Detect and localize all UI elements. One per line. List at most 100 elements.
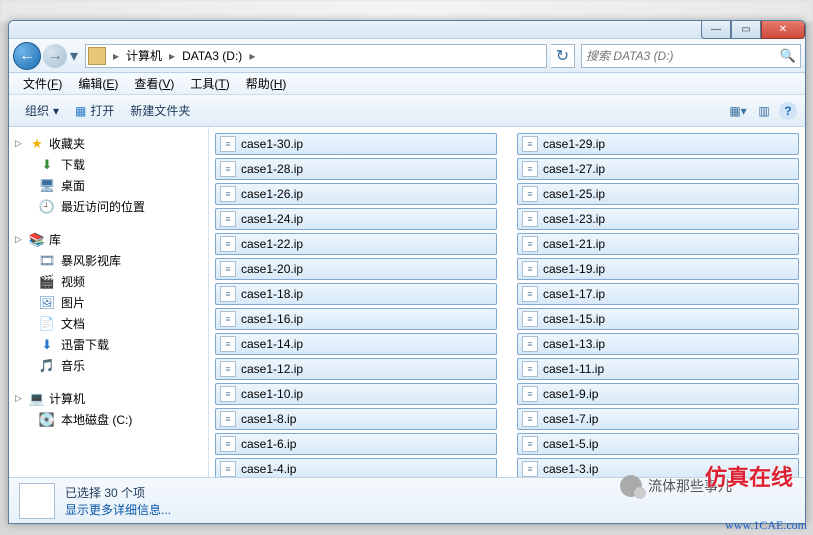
- file-tile[interactable]: ≡case1-26.ip: [215, 183, 497, 205]
- file-icon: ≡: [522, 436, 538, 452]
- file-area[interactable]: ≡case1-30.ip≡case1-29.ip≡case1-28.ip≡cas…: [209, 127, 805, 477]
- file-tile[interactable]: ≡case1-18.ip: [215, 283, 497, 305]
- minimize-button[interactable]: —: [701, 21, 731, 39]
- file-tile[interactable]: ≡case1-8.ip: [215, 408, 497, 430]
- breadcrumb[interactable]: ▸ 计算机 ▸ DATA3 (D:) ▸: [85, 44, 547, 68]
- file-tile[interactable]: ≡case1-6.ip: [215, 433, 497, 455]
- sidebar-item[interactable]: 🖼图片: [9, 292, 208, 313]
- organize-button[interactable]: 组织 ▾: [17, 98, 67, 123]
- file-icon: ≡: [522, 236, 538, 252]
- file-tile[interactable]: ≡case1-11.ip: [517, 358, 799, 380]
- sidebar-item[interactable]: 🖥桌面: [9, 175, 208, 196]
- show-more-link[interactable]: 显示更多详细信息...: [65, 501, 171, 518]
- maximize-button[interactable]: ▭: [731, 21, 761, 39]
- file-tile[interactable]: ≡case1-9.ip: [517, 383, 799, 405]
- titlebar: — ▭ ✕: [9, 21, 805, 39]
- sidebar: ▷★收藏夹⬇下载🖥桌面🕘最近访问的位置 ▷📚库🎞暴风影视库🎬视频🖼图片 📄 文档 ⬇迅雷…: [9, 127, 209, 477]
- open-button[interactable]: ▦ 打开: [67, 98, 122, 123]
- menu-item[interactable]: 编辑(E): [70, 73, 126, 94]
- file-tile[interactable]: ≡case1-30.ip: [215, 133, 497, 155]
- file-name: case1-17.ip: [543, 287, 605, 301]
- breadcrumb-item-computer[interactable]: 计算机: [122, 45, 166, 66]
- file-tile[interactable]: ≡case1-15.ip: [517, 308, 799, 330]
- file-icon: ≡: [220, 136, 236, 152]
- sidebar-item[interactable]: 🎞暴风影视库: [9, 250, 208, 271]
- sidebar-item[interactable]: ⬇下载: [9, 154, 208, 175]
- file-tile[interactable]: ≡case1-29.ip: [517, 133, 799, 155]
- sidebar-item-icon: 💽: [39, 412, 55, 428]
- sidebar-item[interactable]: 🎬视频: [9, 271, 208, 292]
- help-button[interactable]: ?: [779, 102, 797, 120]
- search-icon[interactable]: 🔍: [780, 48, 796, 64]
- sidebar-item[interactable]: ⬇迅雷下载: [9, 334, 208, 355]
- file-icon: ≡: [522, 361, 538, 377]
- file-icon: ≡: [522, 136, 538, 152]
- file-icon: ≡: [522, 311, 538, 327]
- menu-item[interactable]: 工具(T): [182, 73, 237, 94]
- file-tile[interactable]: ≡case1-12.ip: [215, 358, 497, 380]
- file-tile[interactable]: ≡case1-23.ip: [517, 208, 799, 230]
- file-tile[interactable]: ≡ case1-25.ip: [517, 183, 799, 205]
- menu-item[interactable]: 帮助(H): [238, 73, 295, 94]
- menu-item[interactable]: 查看(V): [126, 73, 182, 94]
- file-icon: ≡: [522, 211, 538, 227]
- sidebar-group-head[interactable]: ▷★收藏夹: [9, 133, 208, 154]
- file-name: case1-4.ip: [241, 462, 296, 476]
- open-icon: ▦: [75, 104, 86, 118]
- file-icon: ≡: [522, 186, 538, 202]
- file-tile[interactable]: ≡case1-16.ip: [215, 308, 497, 330]
- back-button[interactable]: ←: [13, 42, 41, 70]
- sidebar-group-head[interactable]: ▷📚库: [9, 229, 208, 250]
- sidebar-item-label: 文档: [61, 315, 85, 332]
- search-box[interactable]: 🔍: [581, 44, 801, 68]
- navbar: ← → ▾ ▸ 计算机 ▸ DATA3 (D:) ▸ ↻ 🔍: [9, 39, 805, 73]
- sidebar-item[interactable]: 🎵音乐: [9, 355, 208, 376]
- sidebar-item-label: 迅雷下载: [61, 336, 109, 353]
- file-tile[interactable]: ≡case1-17.ip: [517, 283, 799, 305]
- newfolder-button[interactable]: 新建文件夹: [122, 98, 198, 123]
- file-icon: ≡: [220, 461, 236, 477]
- sidebar-item[interactable]: 💽本地磁盘 (C:): [9, 409, 208, 430]
- sidebar-item-icon: 🎞: [39, 253, 55, 269]
- sidebar-item-icon: 📄: [39, 316, 55, 332]
- file-tile[interactable]: ≡case1-13.ip: [517, 333, 799, 355]
- forward-button[interactable]: →: [43, 44, 67, 68]
- refresh-button[interactable]: ↻: [551, 44, 575, 68]
- file-tile[interactable]: ≡case1-14.ip: [215, 333, 497, 355]
- file-tile[interactable]: ≡case1-19.ip: [517, 258, 799, 280]
- file-tile[interactable]: ≡case1-24.ip: [215, 208, 497, 230]
- toolbar: 组织 ▾ ▦ 打开 新建文件夹 ▦▾ ▥ ?: [9, 95, 805, 127]
- sidebar-item[interactable]: 🕘最近访问的位置: [9, 196, 208, 217]
- breadcrumb-sep: ▸: [166, 49, 178, 63]
- file-icon: ≡: [522, 161, 538, 177]
- file-icon: ≡: [522, 261, 538, 277]
- view-mode-button[interactable]: ▦▾: [727, 100, 749, 122]
- history-dropdown[interactable]: ▾: [67, 46, 81, 66]
- file-tile[interactable]: ≡case1-27.ip: [517, 158, 799, 180]
- preview-pane-button[interactable]: ▥: [753, 100, 775, 122]
- file-tile[interactable]: ≡ case1-21.ip: [517, 233, 799, 255]
- file-name: case1-21.ip: [543, 237, 605, 251]
- menu-item[interactable]: 文件(F): [15, 73, 70, 94]
- brand-watermark: 仿真在线: [705, 460, 793, 492]
- file-tile[interactable]: ≡ case1-4.ip: [215, 458, 497, 477]
- chevron-down-icon: ▾: [53, 104, 59, 118]
- file-tile[interactable]: ≡case1-20.ip: [215, 258, 497, 280]
- file-tile[interactable]: ≡case1-5.ip: [517, 433, 799, 455]
- breadcrumb-item-drive[interactable]: DATA3 (D:): [178, 47, 246, 65]
- file-name: case1-10.ip: [241, 387, 303, 401]
- sidebar-item[interactable]: 📄 文档: [9, 313, 208, 334]
- file-tile[interactable]: ≡case1-28.ip: [215, 158, 497, 180]
- drive-icon: [88, 47, 106, 65]
- search-input[interactable]: [586, 49, 780, 63]
- sidebar-item-icon: 🎬: [39, 274, 55, 290]
- file-icon: ≡: [522, 386, 538, 402]
- file-tile[interactable]: ≡case1-7.ip: [517, 408, 799, 430]
- sidebar-item-icon: 🎵: [39, 358, 55, 374]
- sidebar-item-label: 图片: [61, 294, 85, 311]
- file-name: case1-25.ip: [543, 187, 605, 201]
- close-button[interactable]: ✕: [761, 21, 805, 39]
- sidebar-group-head[interactable]: ▷💻计算机: [9, 388, 208, 409]
- file-tile[interactable]: ≡case1-10.ip: [215, 383, 497, 405]
- file-tile[interactable]: ≡case1-22.ip: [215, 233, 497, 255]
